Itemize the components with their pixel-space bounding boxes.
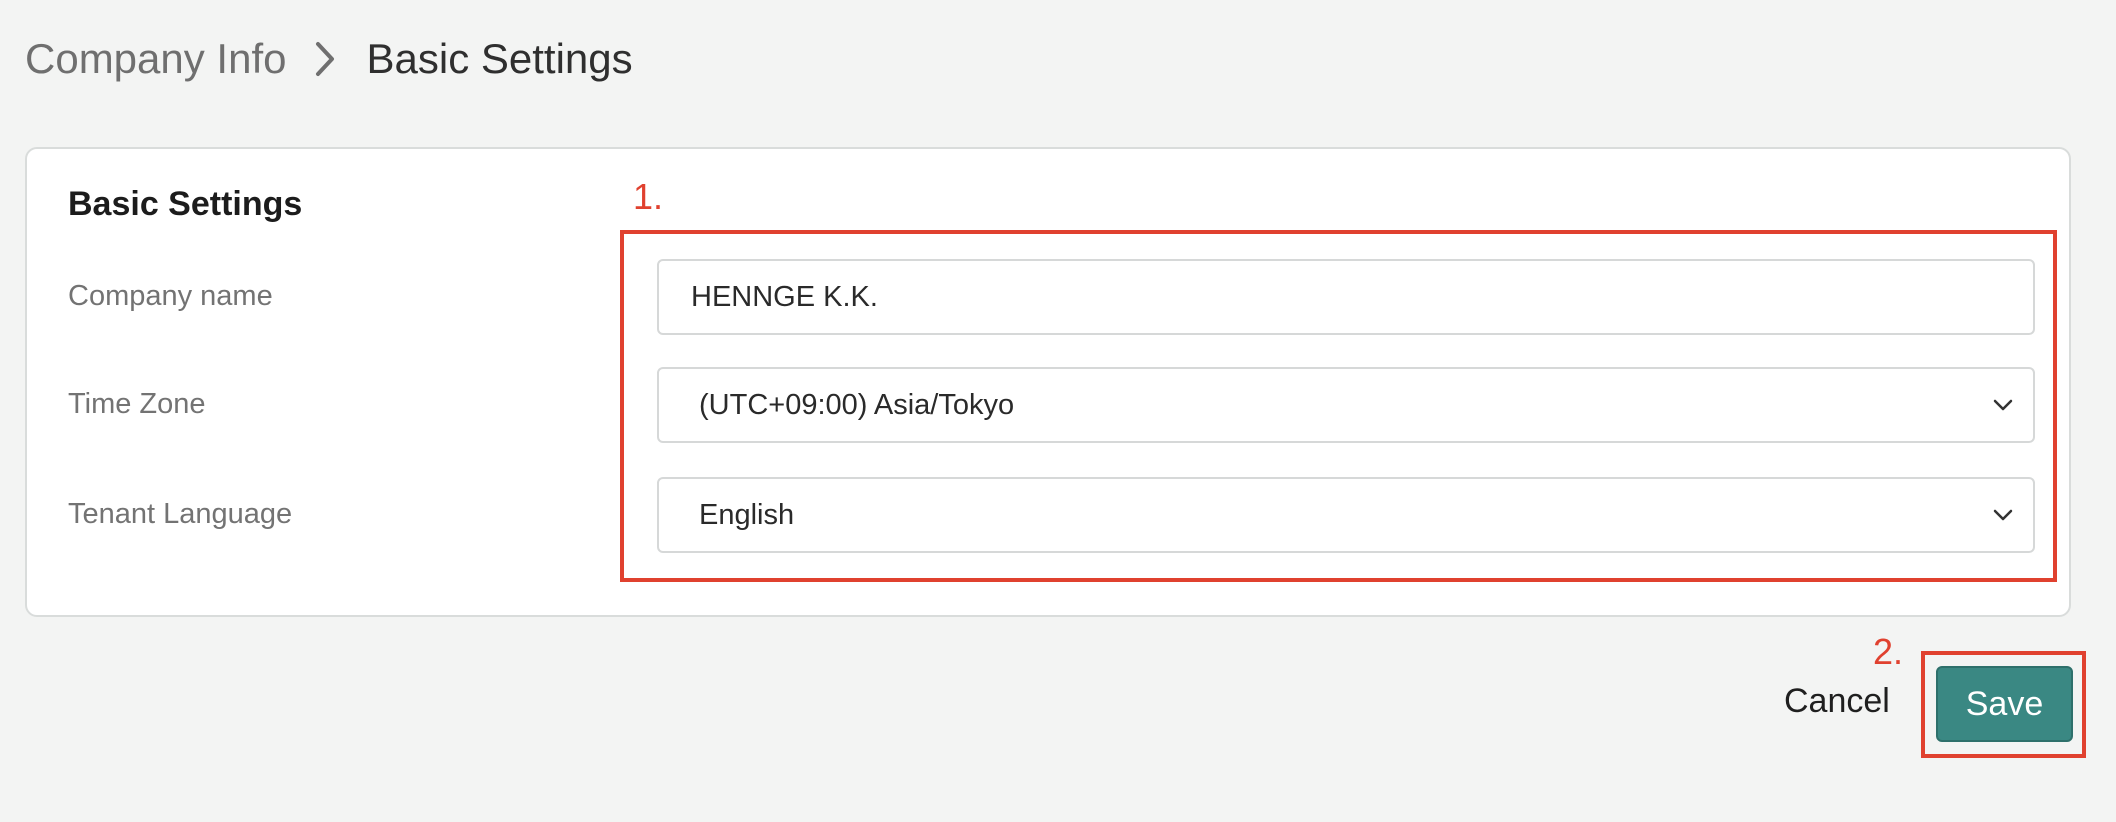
annotation-step-1-box xyxy=(620,230,2057,582)
page-title: Basic Settings xyxy=(366,35,633,82)
card-title: Basic Settings xyxy=(68,185,303,223)
cancel-button[interactable]: Cancel xyxy=(1784,682,1890,721)
save-button[interactable]: Save xyxy=(1936,666,2073,742)
annotation-step-2-label: 2. xyxy=(1873,631,1904,672)
breadcrumb-company-info-link[interactable]: Company Info xyxy=(25,35,286,83)
breadcrumb: Company Info Basic Settings xyxy=(25,28,633,90)
chevron-right-icon xyxy=(314,40,336,78)
company-name-label: Company name xyxy=(68,280,273,312)
tenant-language-label: Tenant Language xyxy=(68,498,293,530)
annotation-step-1-label: 1. xyxy=(633,176,664,217)
time-zone-label: Time Zone xyxy=(68,388,206,420)
